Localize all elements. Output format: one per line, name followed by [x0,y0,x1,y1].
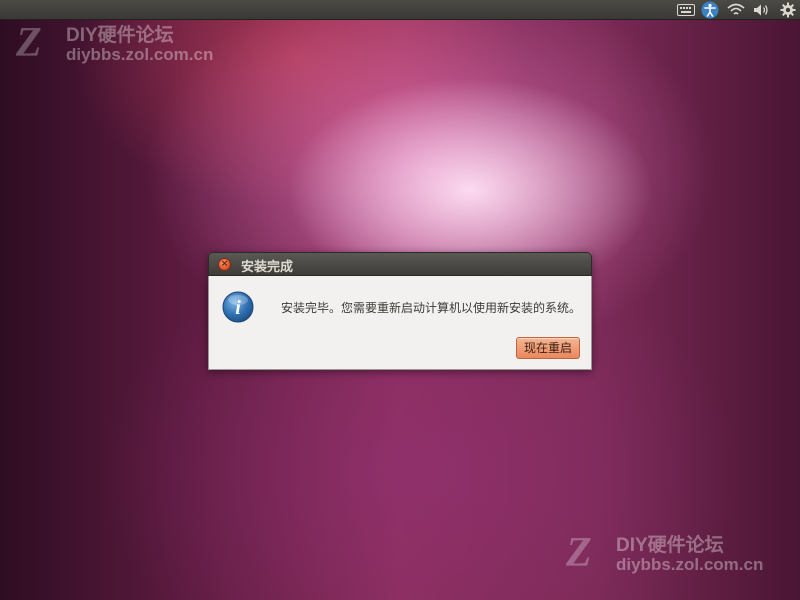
close-icon[interactable]: × [218,258,231,271]
watermark-title: DIY硬件论坛 [66,25,174,46]
dialog-body: i 安装完毕。您需要重新启动计算机以使用新安装的系统。 现在重启 [208,276,592,370]
accessibility-icon[interactable] [700,1,720,19]
watermark-logo: Z [566,530,592,576]
dialog-message: 安装完毕。您需要重新启动计算机以使用新安装的系统。 [281,301,582,315]
watermark-url: diybbs.zol.com.cn [66,45,214,64]
watermark-url: diybbs.zol.com.cn [616,555,764,574]
watermark-logo: Z [16,20,42,66]
info-icon: i [222,291,254,323]
wifi-icon[interactable] [726,1,746,19]
top-panel [0,0,800,20]
restart-now-button[interactable]: 现在重启 [516,337,580,359]
watermark-top: Z DIY硬件论坛 diybbs.zol.com.cn [14,20,214,70]
keyboard-icon[interactable] [676,1,696,19]
dialog-title: 安装完成 [241,260,294,275]
dialog-titlebar[interactable]: × 安装完成 [208,252,592,276]
info-glyph: i [235,297,241,319]
desktop-background: Z DIY硬件论坛 diybbs.zol.com.cn Z DIY硬件论坛 di… [0,0,800,600]
volume-icon[interactable] [752,1,772,19]
watermark-bottom: Z DIY硬件论坛 diybbs.zol.com.cn [564,530,784,580]
install-complete-dialog: × 安装完成 i 安装完毕。您需要重新启动计算机以使用新安装的系统。 现在重启 [208,252,592,370]
gear-icon[interactable] [778,1,798,19]
watermark-title: DIY硬件论坛 [616,535,724,556]
